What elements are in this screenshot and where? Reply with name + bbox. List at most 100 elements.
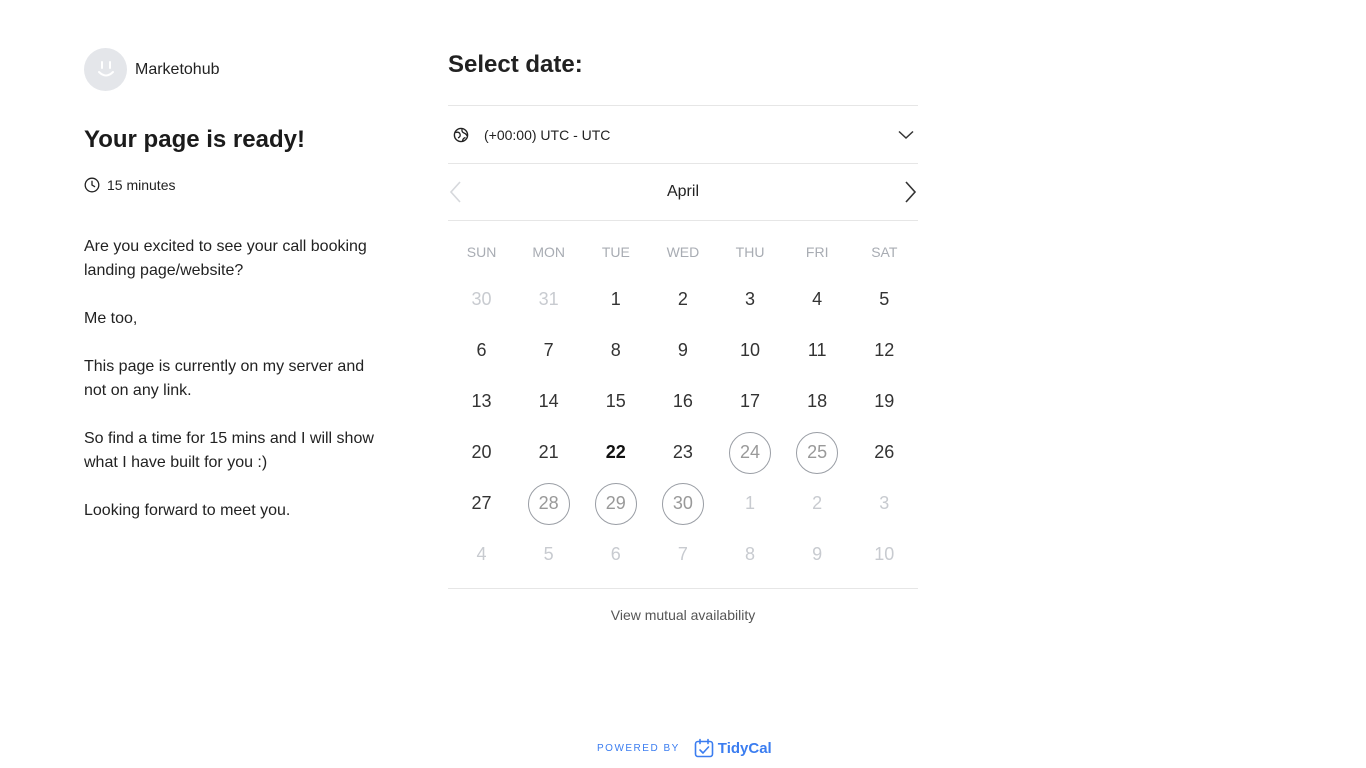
timezone-select[interactable]: (+00:00) UTC - UTC [448, 105, 918, 164]
day-number: 12 [874, 340, 895, 360]
weekday-label: MON [532, 244, 566, 260]
duration-label: 15 minutes [107, 177, 176, 193]
day-number: 26 [874, 442, 895, 462]
day-number: 24 [729, 431, 772, 474]
calendar-day: 9 [649, 325, 716, 376]
day-number: 1 [610, 289, 621, 309]
description-paragraph: This page is currently on my server and … [84, 358, 365, 399]
day-number: 29 [594, 482, 637, 525]
calendar-day: 6 [582, 529, 649, 580]
view-mutual-availability-link[interactable]: View mutual availability [448, 607, 918, 623]
available-day-button[interactable]: 25 [784, 427, 851, 478]
month-navigation: April [448, 164, 918, 221]
day-number: 10 [874, 544, 895, 564]
day-number: 25 [796, 431, 839, 474]
event-info-panel: Marketohub Your page is ready! 15 minute… [84, 48, 384, 547]
day-number: 2 [812, 493, 823, 513]
calendar-day: 30 [448, 274, 515, 325]
day-number: 3 [879, 493, 890, 513]
globe-icon [453, 127, 469, 142]
calendar-day: 6 [448, 325, 515, 376]
calendar-day: 20 [448, 427, 515, 478]
clock-icon [84, 177, 100, 193]
date-picker-panel: Select date: (+00:00) UTC - UTC April SU… [448, 48, 918, 623]
calendar-grid: 30 31 1 2 3 4 5 6 7 8 9 10 11 12 13 14 15 16 17 18 19 20 21 22 2… [448, 274, 918, 580]
available-day-button[interactable]: 29 [582, 478, 649, 529]
calendar-day: 12 [851, 325, 918, 376]
select-date-heading: Select date: [448, 51, 583, 78]
day-number: 13 [471, 391, 492, 411]
day-number: 1 [745, 493, 756, 513]
day-number: 31 [538, 289, 559, 309]
chevron-left-icon[interactable] [446, 180, 466, 204]
smiley-icon [97, 60, 114, 76]
available-day-button[interactable]: 24 [717, 427, 784, 478]
calendar-day: 4 [784, 274, 851, 325]
event-duration: 15 minutes [84, 177, 384, 193]
day-number: 5 [543, 544, 554, 564]
day-number: 4 [812, 289, 823, 309]
weekday-header: SUN MON TUE WED THU FRI SAT [448, 243, 918, 261]
day-number: 16 [672, 391, 693, 411]
calendar-day: 14 [515, 376, 582, 427]
calendar-day: 5 [515, 529, 582, 580]
calendar-day: 18 [784, 376, 851, 427]
weekday-label: FRI [805, 244, 829, 260]
weekday-label: WED [666, 244, 700, 260]
avatar [84, 48, 127, 91]
day-number: 17 [740, 391, 761, 411]
day-number: 22 [605, 442, 626, 462]
calendar-day: 2 [649, 274, 716, 325]
chevron-right-icon[interactable] [900, 180, 920, 204]
day-number: 18 [807, 391, 828, 411]
page-title: Your page is ready! [84, 126, 305, 153]
weekday-label: THU [735, 244, 765, 260]
day-number: 4 [476, 544, 487, 564]
timezone-label: (+00:00) UTC - UTC [484, 126, 611, 143]
calendar-day: 17 [717, 376, 784, 427]
day-number: 19 [874, 391, 895, 411]
calendar-day: 8 [717, 529, 784, 580]
day-number: 28 [527, 482, 570, 525]
day-number: 5 [879, 289, 890, 309]
calendar-day: 4 [448, 529, 515, 580]
description-paragraph: So find a time for 15 mins and I will sh… [84, 430, 374, 471]
day-number: 14 [538, 391, 559, 411]
calendar-day: 13 [448, 376, 515, 427]
calendar-day: 23 [649, 427, 716, 478]
day-number: 6 [476, 340, 487, 360]
description-paragraph: Are you excited to see your call booking… [84, 238, 367, 279]
calendar-day: 7 [515, 325, 582, 376]
calendar-day: 15 [582, 376, 649, 427]
event-description: Are you excited to see your call booking… [84, 235, 384, 523]
day-number: 20 [471, 442, 492, 462]
host-name: Marketohub [135, 60, 220, 78]
description-paragraph: Looking forward to meet you. [84, 502, 291, 519]
chevron-down-icon[interactable] [898, 127, 914, 143]
day-number: 2 [677, 289, 688, 309]
calendar-day: 21 [515, 427, 582, 478]
day-number: 8 [610, 340, 621, 360]
brand-name: TidyCal [717, 739, 772, 757]
calendar-day: 1 [717, 478, 784, 529]
calendar-day: 31 [515, 274, 582, 325]
day-number: 30 [661, 482, 704, 525]
day-number: 9 [812, 544, 823, 564]
available-day-button[interactable]: 28 [515, 478, 582, 529]
powered-by-label: POWERED BY [597, 742, 680, 754]
day-number: 3 [745, 289, 756, 309]
calendar-day: 11 [784, 325, 851, 376]
powered-by-footer[interactable]: POWERED BY TidyCal [597, 736, 772, 760]
available-day-button[interactable]: 30 [649, 478, 716, 529]
day-number: 10 [740, 340, 761, 360]
calendar-day: 3 [851, 478, 918, 529]
calendar-day: 7 [649, 529, 716, 580]
day-number: 6 [610, 544, 621, 564]
day-number: 21 [538, 442, 559, 462]
calendar-day: 3 [717, 274, 784, 325]
calendar-divider [448, 588, 918, 589]
day-number: 27 [471, 493, 492, 513]
calendar-day: 1 [582, 274, 649, 325]
day-number: 30 [471, 289, 492, 309]
calendar-day: 26 [851, 427, 918, 478]
